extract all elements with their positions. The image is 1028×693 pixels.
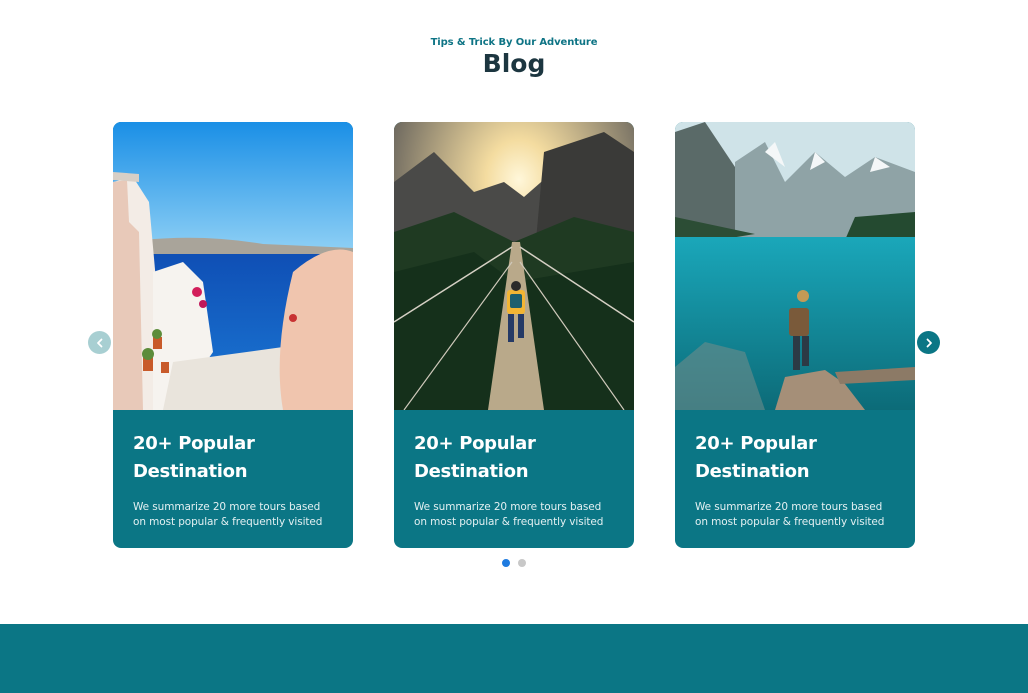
card-image-bridge [394, 122, 634, 410]
carousel-next-button[interactable] [917, 331, 940, 354]
carousel-pagination [502, 559, 526, 567]
blog-title: Blog [482, 49, 546, 78]
card-title[interactable]: 20+ Popular Destination [414, 430, 584, 486]
pagination-dot-1[interactable] [502, 559, 510, 567]
card-title[interactable]: 20+ Popular Destination [695, 430, 865, 486]
blog-card[interactable]: 20+ Popular Destination We summarize 20 … [394, 122, 634, 548]
card-image-lake [675, 122, 915, 410]
card-description: We summarize 20 more tours based on most… [695, 501, 885, 528]
card-description: We summarize 20 more tours based on most… [414, 501, 604, 528]
card-description: We summarize 20 more tours based on most… [133, 501, 323, 528]
chevron-right-icon [926, 338, 932, 347]
pagination-dot-2[interactable] [518, 559, 526, 567]
footer-band [0, 624, 1028, 693]
blog-card[interactable]: 20+ Popular Destination We summarize 20 … [675, 122, 915, 548]
card-image-santorini [113, 122, 353, 410]
carousel-prev-button[interactable] [88, 331, 111, 354]
chevron-left-icon [96, 338, 102, 347]
blog-eyebrow: Tips & Trick By Our Adventure [430, 37, 598, 48]
blog-card[interactable]: 20+ Popular Destination We summarize 20 … [113, 122, 353, 548]
card-title[interactable]: 20+ Popular Destination [133, 430, 303, 486]
